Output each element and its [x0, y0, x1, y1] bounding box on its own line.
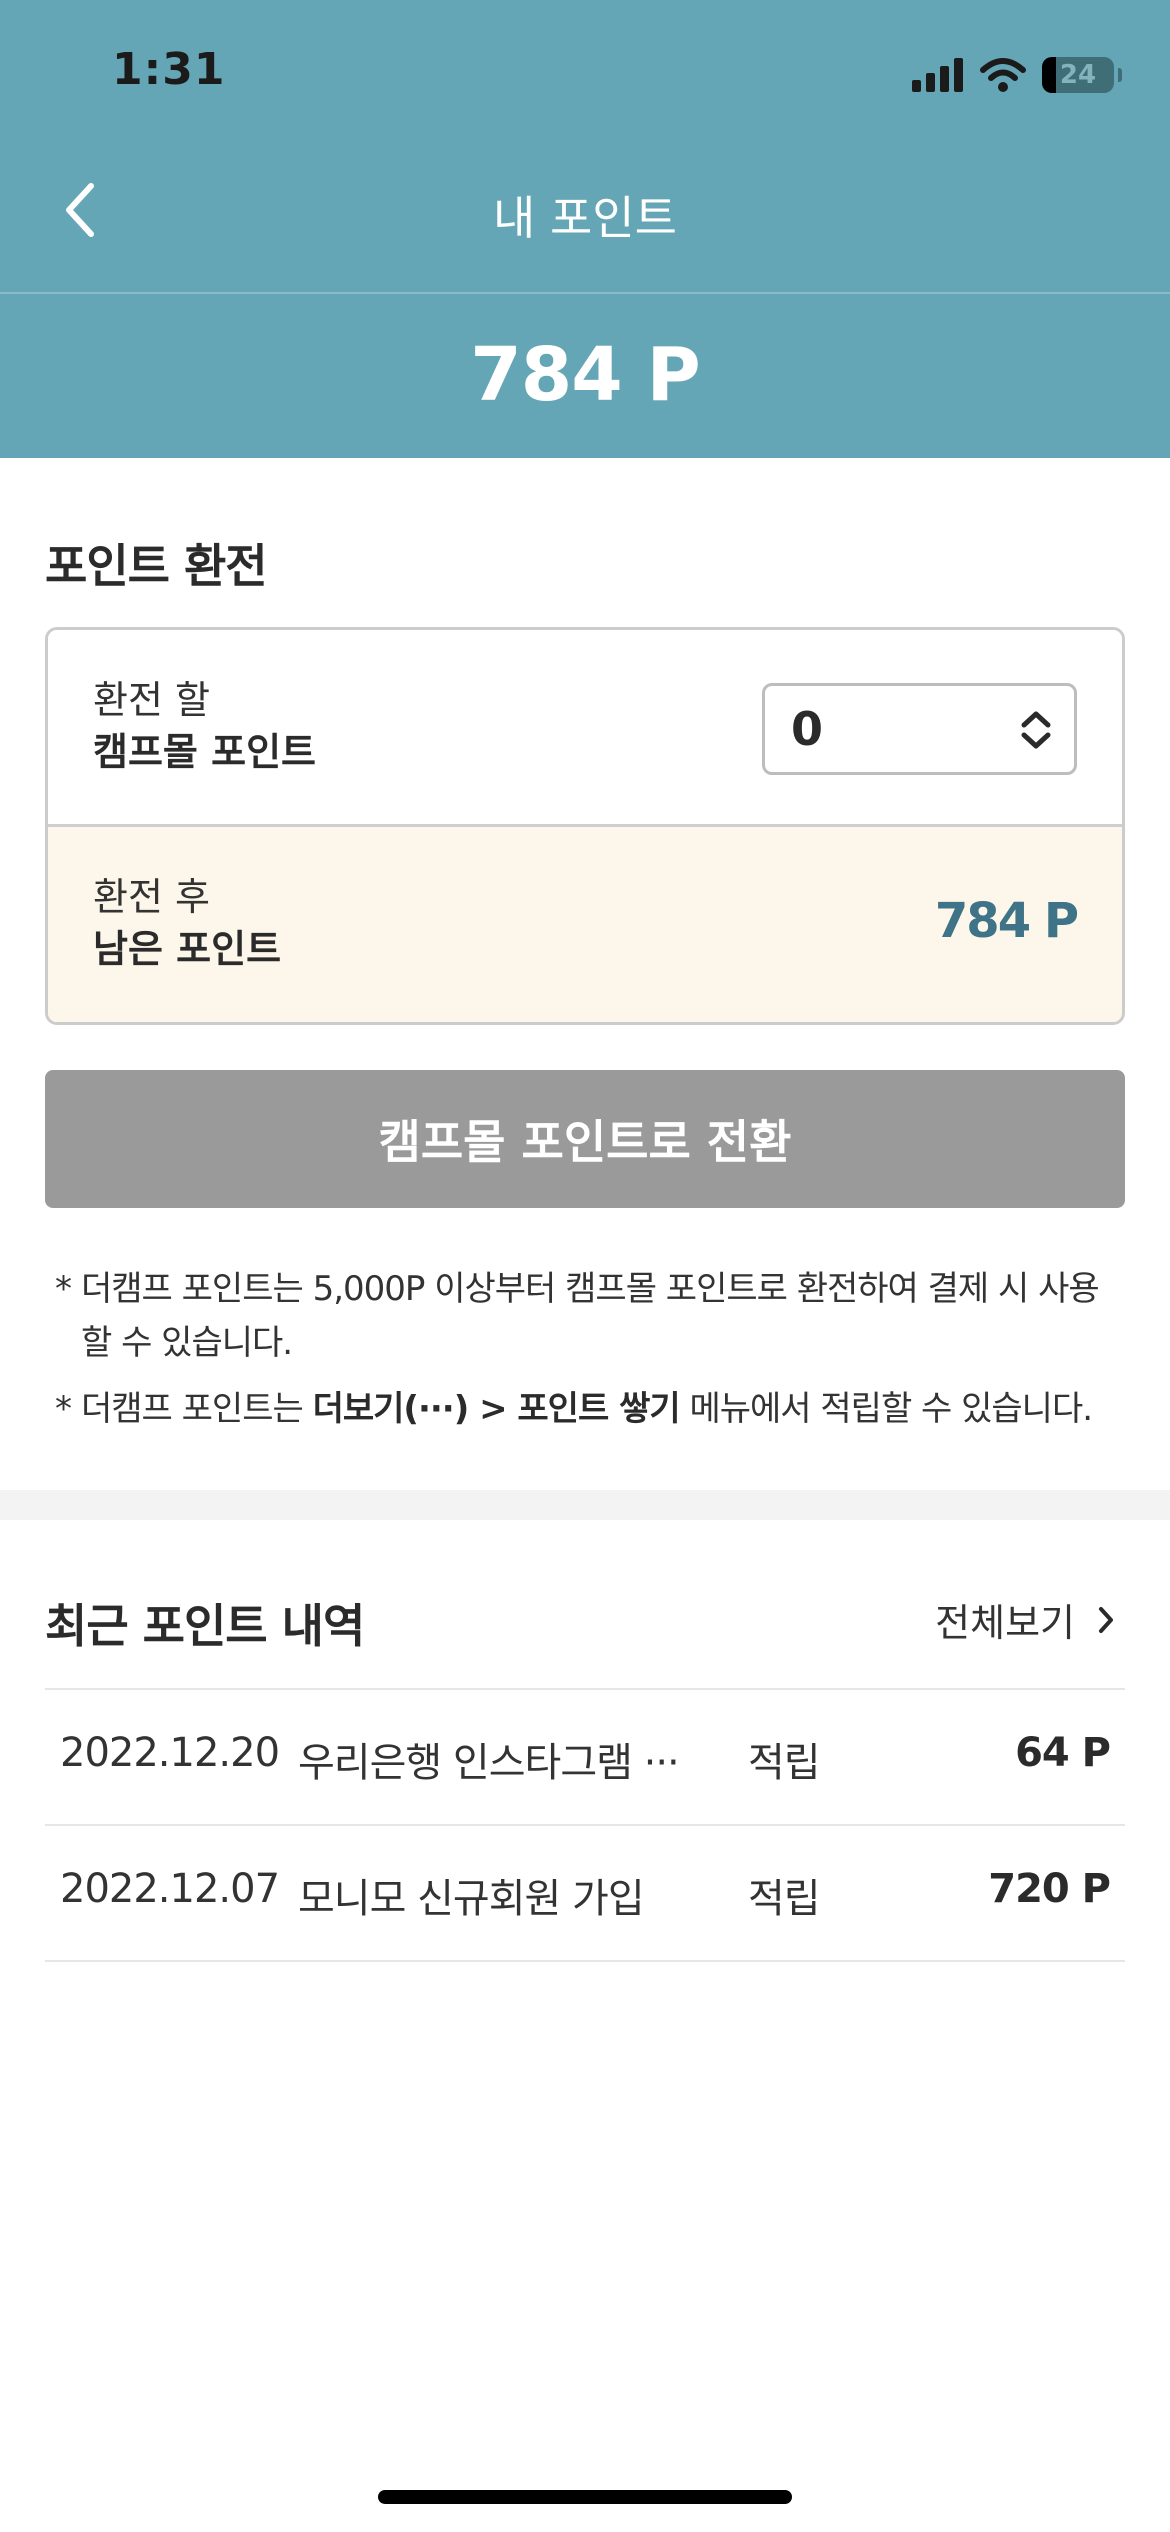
history-points: 720 P — [988, 1866, 1111, 1912]
history-row[interactable]: 2022.12.20 우리은행 인스타그램 ··· 적립 64 P — [45, 1690, 1125, 1826]
remaining-points: 784 P — [934, 893, 1079, 949]
exchange-input-label-line1: 환전 할 — [93, 678, 210, 722]
battery-icon: 24 — [1042, 57, 1122, 93]
status-time: 1:31 — [112, 44, 226, 95]
header: 1:31 24 내 포인트 784 P — [0, 0, 1170, 458]
history-type: 적립 — [748, 1740, 821, 1786]
exchange-input-label: 환전 할 캠프몰 포인트 — [93, 674, 316, 778]
exchange-section-title: 포인트 환전 — [45, 539, 268, 593]
home-indicator — [378, 2490, 792, 2504]
convert-button[interactable]: 캠프몰 포인트로 전환 — [45, 1070, 1125, 1208]
note-text-2-bold: 더보기(···) > 포인트 쌓기 — [312, 1389, 681, 1429]
exchange-result-row: 환전 후 남은 포인트 784 P — [48, 827, 1122, 1022]
section-divider — [0, 1490, 1170, 1520]
note-star: * — [55, 1389, 72, 1429]
exchange-result-label: 환전 후 남은 포인트 — [93, 871, 281, 975]
history-type: 적립 — [748, 1876, 821, 1922]
exchange-input-label-line2: 캠프몰 포인트 — [93, 730, 316, 774]
stepper-updown-icon[interactable] — [1018, 708, 1054, 752]
signal-icon — [912, 58, 963, 92]
note-item: * 더캠프 포인트는 더보기(···) > 포인트 쌓기 메뉴에서 적립할 수 … — [55, 1382, 1115, 1436]
history-list: 2022.12.20 우리은행 인스타그램 ··· 적립 64 P 2022.1… — [45, 1688, 1125, 1962]
wifi-icon — [980, 58, 1026, 92]
note-item: * 더캠프 포인트는 5,000P 이상부터 캠프몰 포인트로 환전하여 결제 … — [55, 1262, 1115, 1370]
note-text-2-pre: 더캠프 포인트는 — [81, 1389, 313, 1429]
history-description: 모니모 신규회원 가입 — [298, 1876, 645, 1922]
note-text-1: 더캠프 포인트는 5,000P 이상부터 캠프몰 포인트로 환전하여 결제 시 … — [81, 1269, 1100, 1363]
history-section-title: 최근 포인트 내역 — [45, 1599, 365, 1653]
notes: * 더캠프 포인트는 5,000P 이상부터 캠프몰 포인트로 환전하여 결제 … — [55, 1262, 1115, 1448]
history-description: 우리은행 인스타그램 ··· — [298, 1740, 680, 1786]
history-date: 2022.12.20 — [60, 1730, 280, 1776]
status-icons: 24 — [912, 50, 1122, 100]
exchange-card: 환전 할 캠프몰 포인트 0 환전 후 남은 포인트 784 P — [45, 627, 1125, 1025]
exchange-amount-input[interactable]: 0 — [762, 683, 1077, 775]
view-all-link[interactable]: 전체보기 — [935, 1592, 1115, 1647]
exchange-input-row: 환전 할 캠프몰 포인트 0 — [48, 630, 1122, 827]
header-divider — [0, 292, 1170, 294]
chevron-right-icon — [1099, 1606, 1113, 1633]
exchange-amount-value: 0 — [791, 702, 824, 756]
note-text-2-post: 메뉴에서 적립할 수 있습니다. — [679, 1389, 1093, 1429]
exchange-result-label-line1: 환전 후 — [93, 875, 210, 919]
history-date: 2022.12.07 — [60, 1866, 280, 1912]
battery-level: 24 — [1059, 60, 1097, 90]
page-title: 내 포인트 — [493, 191, 677, 245]
note-star: * — [55, 1269, 72, 1309]
history-row[interactable]: 2022.12.07 모니모 신규회원 가입 적립 720 P — [45, 1826, 1125, 1962]
note-text-2: 더캠프 포인트는 더보기(···) > 포인트 쌓기 메뉴에서 적립할 수 있습… — [81, 1382, 1093, 1436]
exchange-result-label-line2: 남은 포인트 — [93, 927, 282, 971]
view-all-label: 전체보기 — [935, 1601, 1075, 1645]
history-points: 64 P — [1015, 1730, 1111, 1776]
total-points: 784 P — [470, 332, 700, 418]
